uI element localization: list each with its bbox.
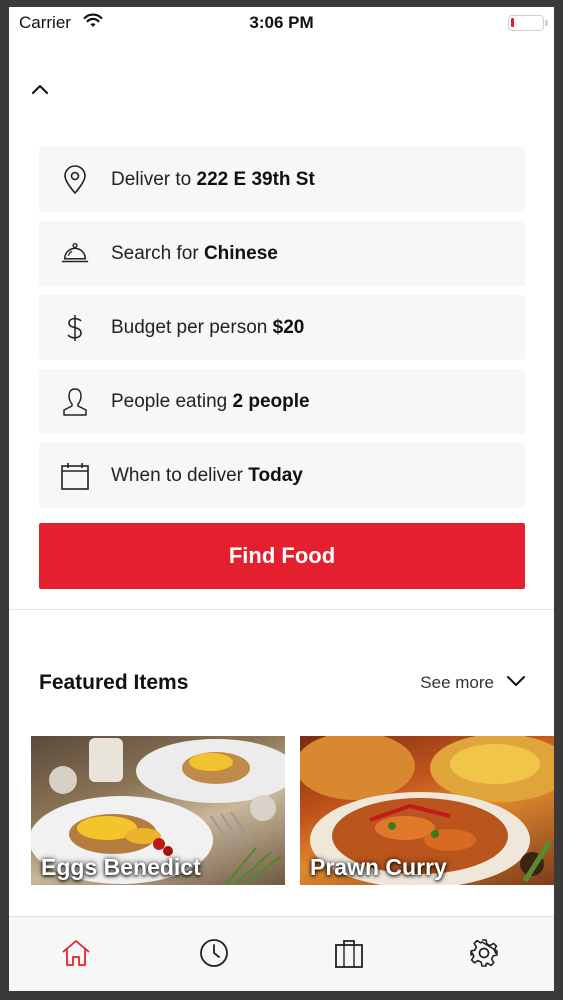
collapse-button[interactable] [29, 79, 51, 101]
filter-value: 222 E 39th St [196, 168, 315, 190]
tab-settings[interactable] [464, 937, 504, 973]
filter-value: 2 people [232, 390, 310, 412]
featured-item-card[interactable]: Eggs Benedict [31, 736, 285, 885]
app-screen: Carrier 3:06 PM Deliver to 222 E 39th St [9, 7, 554, 991]
filter-label: Deliver to [111, 168, 197, 190]
featured-item-name: Eggs Benedict [41, 854, 201, 880]
status-bar: Carrier 3:06 PM [9, 7, 554, 41]
battery-level-fill [511, 18, 514, 27]
see-more-button[interactable]: See more [420, 673, 526, 693]
featured-items-title: Featured Items [39, 671, 189, 694]
filter-label: Budget per person [111, 316, 273, 338]
featured-items-carousel: Eggs Benedict Prawn Curry [31, 736, 554, 886]
filter-label: Search for [111, 242, 204, 264]
section-divider [9, 609, 554, 610]
filter-when-to-deliver[interactable]: When to deliver Today [39, 443, 525, 508]
status-time: 3:06 PM [249, 13, 314, 32]
filter-when-to-deliver-text: When to deliver Today [111, 465, 303, 487]
find-food-button[interactable]: Find Food [39, 523, 525, 589]
gear-icon [469, 938, 499, 973]
filter-value: $20 [272, 316, 305, 338]
tab-home[interactable] [56, 937, 96, 973]
search-filters: Deliver to 222 E 39th St Search for Chin… [39, 147, 525, 517]
featured-item-name: Prawn Curry [310, 854, 447, 880]
clock-icon [199, 938, 229, 973]
tab-bar [9, 917, 554, 991]
see-more-label: See more [420, 673, 494, 692]
tab-history[interactable] [194, 937, 234, 973]
filter-deliver-to-text: Deliver to 222 E 39th St [111, 169, 315, 191]
calendar-icon [60, 461, 90, 491]
filter-label: People eating [111, 390, 233, 412]
filter-budget[interactable]: Budget per person $20 [39, 295, 525, 360]
chevron-up-icon [29, 85, 51, 105]
home-icon [61, 939, 91, 972]
featured-item-card[interactable]: Prawn Curry [300, 736, 554, 885]
filter-deliver-to[interactable]: Deliver to 222 E 39th St [39, 147, 525, 212]
filter-value: Today [248, 464, 303, 486]
dollar-icon [60, 313, 90, 343]
filter-budget-text: Budget per person $20 [111, 317, 304, 339]
chevron-down-icon [506, 674, 526, 693]
filter-search-for[interactable]: Search for Chinese [39, 221, 525, 286]
location-pin-icon [60, 164, 90, 195]
shopping-bag-icon [334, 937, 364, 974]
filter-people-eating[interactable]: People eating 2 people [39, 369, 525, 434]
filter-people-eating-text: People eating 2 people [111, 391, 310, 413]
filter-label: When to deliver [111, 464, 249, 486]
filter-value: Chinese [203, 242, 278, 264]
filter-search-for-text: Search for Chinese [111, 243, 278, 265]
tab-orders[interactable] [329, 937, 369, 973]
battery-icon [508, 15, 548, 31]
food-cloche-icon [60, 239, 90, 269]
person-icon [60, 387, 90, 417]
